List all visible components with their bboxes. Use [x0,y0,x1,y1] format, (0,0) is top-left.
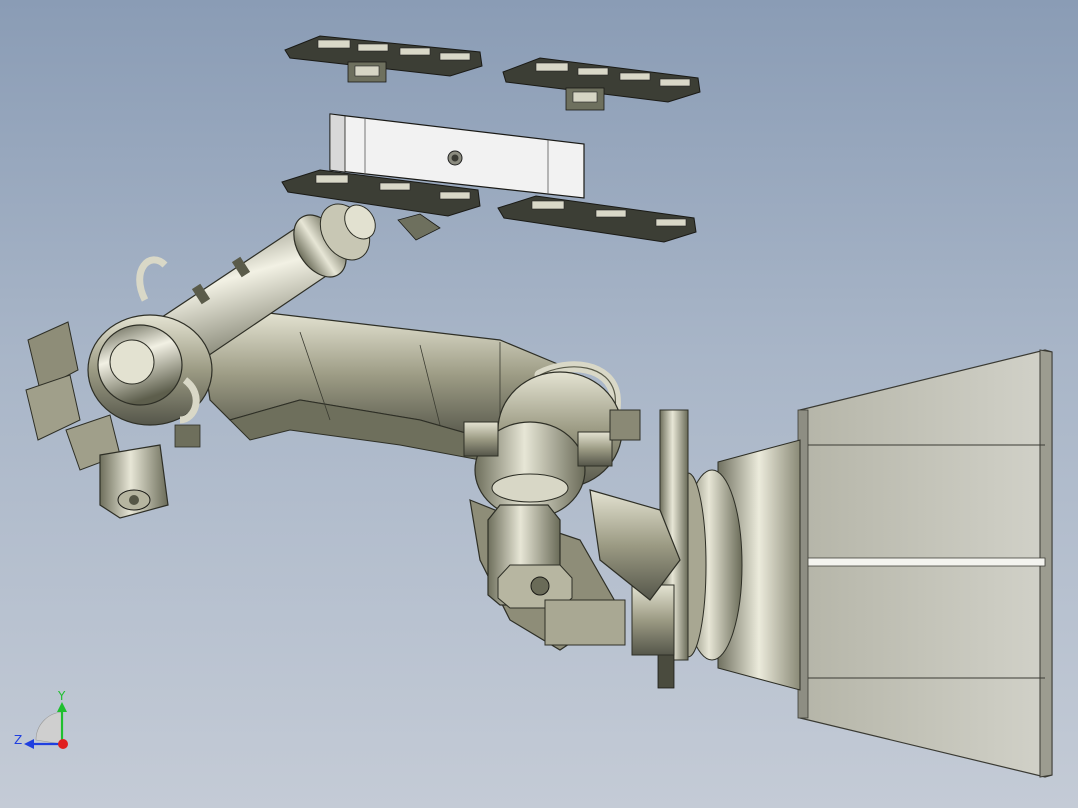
cad-viewport[interactable]: Y Z [0,0,1078,808]
gripper-plate-bottom-right [497,195,697,243]
elbow-motor-cluster [25,256,213,519]
gripper-plate-top-left [284,35,483,83]
hex-bolt [129,495,139,505]
hex-bolt [530,576,550,596]
robot-base-pedestal [797,349,1053,778]
z-axis-label: Z [14,733,22,747]
gripper-plate-top-right [502,57,701,111]
y-axis-label: Y [57,689,66,703]
x-axis-dot [58,739,68,749]
coordinate-triad: Y Z [14,689,68,749]
